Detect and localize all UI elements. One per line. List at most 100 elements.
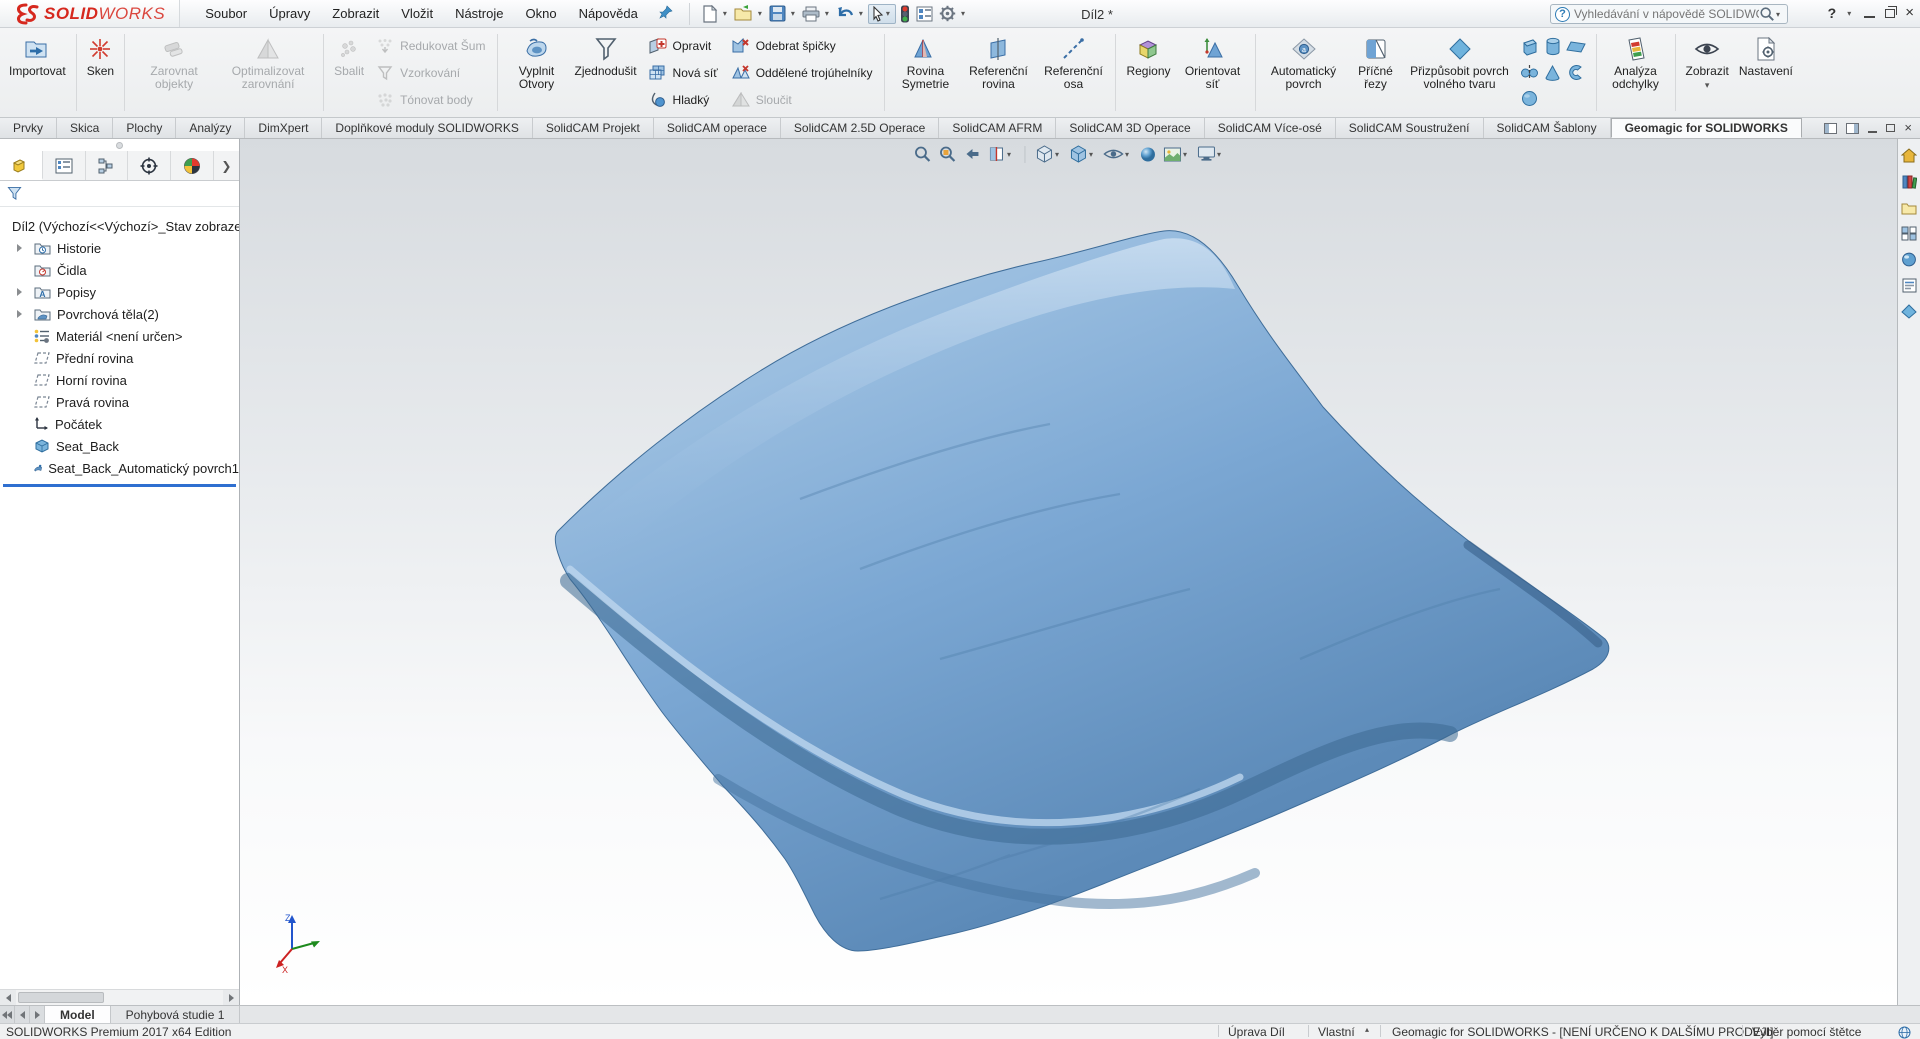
menu-vlozit[interactable]: Vložit	[390, 1, 444, 26]
pin-menu-icon[interactable]	[659, 5, 673, 22]
taskpane-design-library-icon[interactable]	[1901, 173, 1918, 190]
tab-doplnkove-moduly[interactable]: Doplňkové moduly SOLIDWORKS	[322, 118, 532, 138]
expand-arrow-icon[interactable]	[17, 244, 22, 252]
search-input[interactable]	[1574, 7, 1759, 21]
select-tool-button[interactable]: ▾	[868, 4, 896, 24]
tree-filter-row[interactable]	[0, 181, 239, 207]
tabs-scroll-left-button[interactable]	[15, 1006, 30, 1023]
tab-solidcam-projekt[interactable]: SolidCAM Projekt	[533, 118, 654, 138]
tree-item-material[interactable]: Materiál <není určen>	[0, 325, 239, 347]
tab-solidcam-25d[interactable]: SolidCAM 2.5D Operace	[781, 118, 939, 138]
search-caret[interactable]: ▾	[1776, 10, 1780, 19]
tab-dimxpert[interactable]: DimXpert	[245, 118, 322, 138]
minimize-button[interactable]	[1864, 16, 1875, 18]
save-caret[interactable]: ▾	[791, 9, 795, 18]
tree-item-seat-back-auto-surface[interactable]: Seat_Back_Automatický povrch1	[0, 457, 239, 479]
tree-item-historie[interactable]: Historie	[0, 237, 239, 259]
ribbon-fill-holes-button[interactable]: Vyplnit Otvory	[503, 30, 569, 115]
tab-geomagic[interactable]: Geomagic for SOLIDWORKS	[1611, 118, 1802, 138]
menu-okno[interactable]: Okno	[514, 1, 567, 26]
tree-item-povrchova-tela[interactable]: Povrchová těla(2)	[0, 303, 239, 325]
tab-solidcam-afrm[interactable]: SolidCAM AFRM	[939, 118, 1056, 138]
ribbon-scan-button[interactable]: Sken	[82, 30, 119, 115]
tabs-scroll-first-button[interactable]	[0, 1006, 15, 1023]
fit-plane-icon[interactable]	[1565, 34, 1587, 59]
new-document-button[interactable]	[700, 3, 720, 25]
help-search-box[interactable]: ? ▾	[1550, 4, 1788, 24]
pane-right-icon[interactable]	[1846, 123, 1859, 134]
show-caret[interactable]: ▾	[1705, 80, 1710, 91]
new-document-caret[interactable]: ▾	[723, 9, 727, 18]
display-manager-tab[interactable]	[171, 151, 214, 180]
taskpane-custom-properties-icon[interactable]	[1901, 277, 1918, 294]
dimxpert-manager-tab[interactable]	[128, 151, 171, 180]
ribbon-reference-axis-button[interactable]: Referenční osa	[1036, 30, 1110, 115]
fit-extrude-icon[interactable]	[1565, 60, 1587, 85]
fit-cylinder-icon[interactable]	[1542, 34, 1564, 59]
model-tab[interactable]: Model	[45, 1006, 111, 1023]
ribbon-smooth-button[interactable]: Hladký	[642, 89, 725, 110]
feature-tree-tab[interactable]	[0, 151, 43, 180]
ribbon-auto-surface-button[interactable]: a Automatický povrch	[1261, 30, 1347, 115]
tab-prvky[interactable]: Prvky	[0, 118, 57, 138]
search-icon[interactable]	[1759, 6, 1775, 22]
configuration-manager-tab[interactable]	[86, 151, 129, 180]
print-caret[interactable]: ▾	[825, 9, 829, 18]
document-restore-button[interactable]	[1886, 124, 1895, 132]
undo-button[interactable]	[834, 4, 856, 23]
tab-analyzy[interactable]: Analýzy	[176, 118, 245, 138]
settings-gear-caret[interactable]: ▾	[961, 9, 965, 18]
tab-solidcam-operace[interactable]: SolidCAM operace	[654, 118, 781, 138]
fit-sphere-icon[interactable]	[1519, 86, 1541, 111]
open-caret[interactable]: ▾	[758, 9, 762, 18]
tabs-scroll-right-button[interactable]	[30, 1006, 45, 1023]
status-config-caret[interactable]: ▴	[1365, 1025, 1369, 1034]
graphics-viewport[interactable]: ▾ ▾ ▾ ▾ ▾ ▾	[240, 139, 1897, 1005]
tab-solidcam-soustruzeni[interactable]: SolidCAM Soustružení	[1336, 118, 1484, 138]
expand-arrow-icon[interactable]	[17, 310, 22, 318]
menu-napoveda[interactable]: Nápověda	[568, 1, 649, 26]
menu-zobrazit[interactable]: Zobrazit	[321, 1, 390, 26]
ribbon-regions-button[interactable]: Regiony	[1121, 30, 1175, 115]
taskpane-appearances-icon[interactable]	[1901, 251, 1918, 268]
seat-back-mesh-model[interactable]	[240, 139, 1897, 1005]
help-caret[interactable]: ▾	[1847, 9, 1851, 18]
status-configuration[interactable]: Vlastní	[1318, 1025, 1355, 1039]
tree-item-horni-rovina[interactable]: Horní rovina	[0, 369, 239, 391]
document-minimize-button[interactable]	[1868, 131, 1877, 133]
motion-study-tab[interactable]: Pohybová studie 1	[111, 1006, 241, 1023]
tree-horizontal-scrollbar[interactable]	[0, 989, 239, 1005]
rollback-bar[interactable]	[3, 484, 236, 487]
ribbon-fit-freeform-button[interactable]: Přizpůsobit povrch volného tvaru	[1405, 30, 1515, 115]
tree-item-prava-rovina[interactable]: Pravá rovina	[0, 391, 239, 413]
undo-caret[interactable]: ▾	[859, 9, 863, 18]
tab-solidcam-sablony[interactable]: SolidCAM Šablony	[1484, 118, 1611, 138]
ribbon-deviation-analysis-button[interactable]: Analýza odchylky	[1602, 30, 1670, 115]
taskpane-geomagic-icon[interactable]	[1901, 303, 1918, 320]
document-close-button[interactable]: ×	[1904, 123, 1912, 133]
taskpane-view-palette-icon[interactable]	[1901, 225, 1918, 242]
ribbon-settings-button[interactable]: Nastavení	[1734, 30, 1798, 115]
settings-gear-button[interactable]	[937, 3, 958, 24]
tab-skica[interactable]: Skica	[57, 118, 113, 138]
ribbon-new-mesh-button[interactable]: Nová síť	[642, 62, 725, 83]
taskpane-file-explorer-icon[interactable]	[1901, 199, 1918, 216]
tree-item-popisy[interactable]: A Popisy	[0, 281, 239, 303]
panel-splitter-handle[interactable]	[0, 139, 239, 151]
tab-solidcam-viceose[interactable]: SolidCAM Více-osé	[1205, 118, 1336, 138]
ribbon-symmetry-plane-button[interactable]: Rovina Symetrie	[890, 30, 960, 115]
select-tool-caret[interactable]: ▾	[886, 9, 890, 18]
panel-tabs-overflow-chevron[interactable]: ❯	[214, 151, 239, 180]
open-button[interactable]	[732, 3, 755, 24]
ribbon-separate-triangles-button[interactable]: Oddělené trojúhelníky	[725, 62, 880, 83]
ribbon-repair-button[interactable]: Opravit	[642, 35, 725, 56]
ribbon-cross-sections-button[interactable]: Příčné řezy	[1347, 30, 1405, 115]
tab-solidcam-3d[interactable]: SolidCAM 3D Operace	[1056, 118, 1204, 138]
fit-revolve-icon[interactable]	[1519, 60, 1541, 85]
save-button[interactable]	[767, 3, 788, 24]
fit-box-icon[interactable]	[1519, 34, 1541, 59]
ribbon-show-button[interactable]: Zobrazit ▾	[1681, 30, 1734, 115]
tree-item-pocatek[interactable]: Počátek	[0, 413, 239, 435]
tree-root-part[interactable]: Díl2 (Výchozí<<Výchozí>_Stav zobrazer	[0, 215, 239, 237]
rebuild-button[interactable]	[898, 3, 912, 25]
